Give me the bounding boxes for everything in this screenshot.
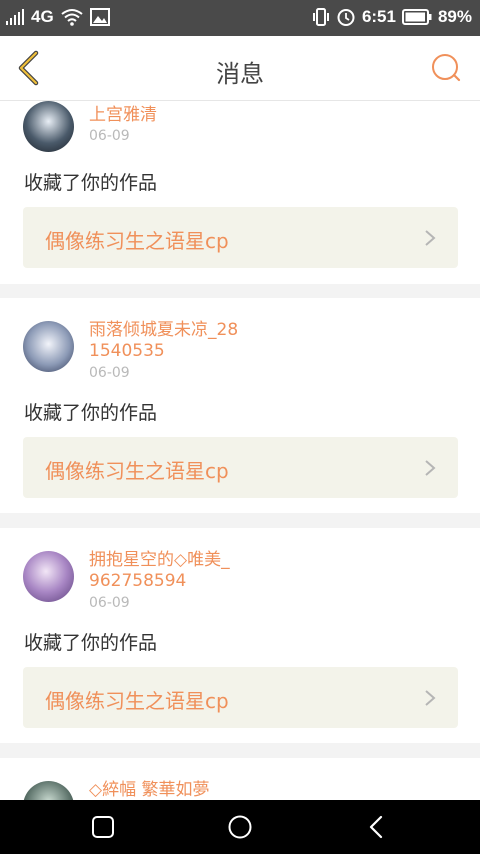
avatar[interactable] bbox=[23, 781, 74, 800]
alarm-icon bbox=[337, 9, 355, 26]
battery-icon bbox=[401, 9, 432, 25]
chevron-right-icon bbox=[425, 460, 436, 476]
work-link[interactable]: 偶像练习生之语星cp bbox=[23, 667, 458, 728]
recents-button[interactable] bbox=[90, 814, 116, 840]
signal-icon bbox=[6, 9, 24, 25]
work-link[interactable]: 偶像练习生之语星cp bbox=[23, 437, 458, 498]
page-title: 消息 bbox=[216, 60, 264, 88]
clock: 6:51 bbox=[361, 7, 396, 26]
user-name[interactable]: 拥抱星空的◇唯美_962758594 bbox=[89, 550, 239, 592]
message-date: 06-09 bbox=[89, 365, 130, 381]
work-title: 偶像练习生之语星cp bbox=[45, 229, 229, 253]
action-text: 收藏了你的作品 bbox=[24, 172, 158, 194]
list-item: 雨落倾城夏未凉_281540535 06-09 收藏了你的作品 偶像练习生之语星… bbox=[0, 298, 480, 513]
work-title: 偶像练习生之语星cp bbox=[45, 459, 229, 483]
chevron-right-icon bbox=[425, 230, 436, 246]
search-icon[interactable] bbox=[430, 52, 462, 84]
wifi-icon bbox=[61, 9, 83, 26]
user-name[interactable]: 上宫雅清 bbox=[89, 105, 239, 126]
action-text: 收藏了你的作品 bbox=[24, 402, 158, 424]
user-name[interactable]: 雨落倾城夏未凉_281540535 bbox=[89, 320, 239, 362]
user-name[interactable]: ◇綷幅 繁華如夢 bbox=[89, 780, 389, 800]
app-header: 消息 bbox=[0, 36, 480, 101]
home-button[interactable] bbox=[227, 814, 253, 840]
message-date: 06-09 bbox=[89, 595, 130, 611]
list-item: 拥抱星空的◇唯美_962758594 06-09 收藏了你的作品 偶像练习生之语… bbox=[0, 528, 480, 743]
avatar[interactable] bbox=[23, 101, 74, 152]
battery-percent: 89% bbox=[437, 7, 472, 26]
chevron-right-icon bbox=[425, 690, 436, 706]
avatar[interactable] bbox=[23, 321, 74, 372]
message-list[interactable]: 上宫雅清 06-09 收藏了你的作品 偶像练习生之语星cp 雨落倾城夏未凉_28… bbox=[0, 101, 480, 800]
network-label: 4G bbox=[31, 7, 54, 26]
work-title: 偶像练习生之语星cp bbox=[45, 689, 229, 713]
system-nav-bar bbox=[0, 800, 480, 854]
status-bar: 4G 6:51 89% bbox=[0, 0, 480, 36]
message-date: 06-09 bbox=[89, 128, 130, 144]
image-icon bbox=[89, 8, 110, 26]
back-button[interactable] bbox=[364, 814, 390, 840]
avatar[interactable] bbox=[23, 551, 74, 602]
action-text: 收藏了你的作品 bbox=[24, 632, 158, 654]
list-item: ◇綷幅 繁華如夢 bbox=[0, 758, 480, 800]
vibrate-icon bbox=[312, 8, 329, 26]
list-item: 上宫雅清 06-09 收藏了你的作品 偶像练习生之语星cp bbox=[0, 101, 480, 284]
work-link[interactable]: 偶像练习生之语星cp bbox=[23, 207, 458, 268]
